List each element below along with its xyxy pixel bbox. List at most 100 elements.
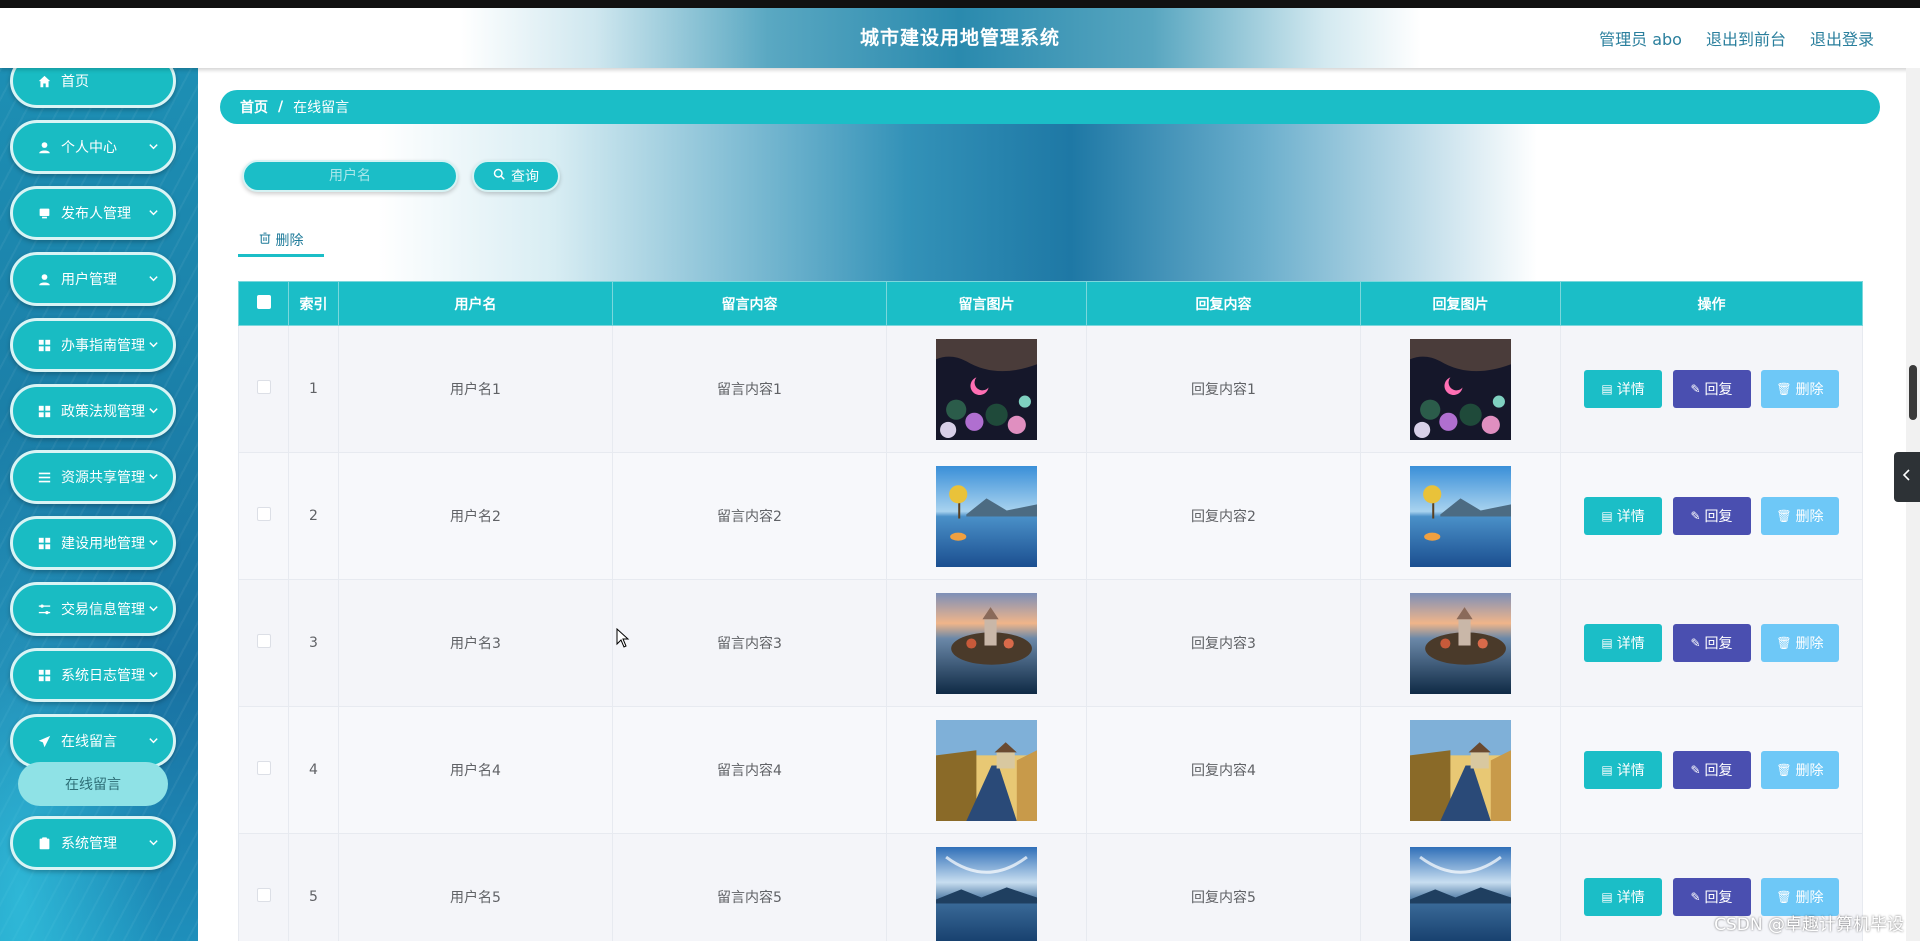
reply-image[interactable] <box>1410 338 1511 440</box>
sidebar-item-personal-center[interactable]: 个人中心 <box>10 120 176 174</box>
header-links: 管理员 abo 退出到前台 退出登录 <box>1599 8 1874 68</box>
message-image-cell <box>886 579 1087 707</box>
detail-button[interactable]: ▤ 详情 <box>1584 624 1663 662</box>
select-all-checkbox[interactable] <box>256 294 271 309</box>
row-checkbox[interactable] <box>256 634 271 648</box>
reply-button[interactable]: ✎ 回复 <box>1672 370 1751 408</box>
logout-link[interactable]: 退出登录 <box>1810 26 1874 50</box>
sidebar-item-users[interactable]: 用户管理 <box>10 252 176 306</box>
reply-image[interactable] <box>1410 592 1511 694</box>
index-cell: 4 <box>288 706 339 834</box>
query-button-label: 查询 <box>511 169 539 185</box>
reply-button[interactable]: ✎ 回复 <box>1672 751 1751 789</box>
actions-cell: ▤ 详情 ✎ 回复 🗑 删除 <box>1560 325 1863 453</box>
grid-icon <box>37 668 51 682</box>
sidebar-item-system[interactable]: 系统管理 <box>10 816 176 870</box>
vertical-scrollbar[interactable] <box>1906 68 1920 941</box>
sidebar-item-guide[interactable]: 办事指南管理 <box>10 318 176 372</box>
exit-to-frontend-link[interactable]: 退出到前台 <box>1706 26 1786 50</box>
reply-image[interactable] <box>1410 465 1511 567</box>
reply-cell: 回复内容5 <box>1086 833 1361 941</box>
detail-button[interactable]: ▤ 详情 <box>1584 751 1663 789</box>
delete-button-label: 删除 <box>1795 890 1824 906</box>
actions-cell: ▤ 详情 ✎ 回复 🗑 删除 <box>1560 706 1863 834</box>
message-cell: 留言内容3 <box>612 579 887 707</box>
grid-icon <box>37 404 51 418</box>
reply-button-label: 回复 <box>1704 763 1733 779</box>
sidebar-item-publisher[interactable]: 发布人管理 <box>10 186 176 240</box>
message-image[interactable] <box>936 338 1037 440</box>
row-select-cell <box>238 325 289 453</box>
list-icon <box>37 470 51 484</box>
delete-button[interactable]: 🗑 删除 <box>1760 751 1839 789</box>
document-icon: ▤ <box>1601 509 1613 523</box>
message-image[interactable] <box>936 465 1037 567</box>
reply-image[interactable] <box>1410 846 1511 941</box>
table-row: 2 用户名2 留言内容2 回复内容2 ▤ 详情 ✎ 回复 🗑 删除 <box>238 452 1863 580</box>
detail-button[interactable]: ▤ 详情 <box>1584 497 1663 535</box>
document-icon: ▤ <box>1601 763 1613 777</box>
detail-button[interactable]: ▤ 详情 <box>1584 878 1663 916</box>
sidebar-item-label: 系统日志管理 <box>61 668 145 684</box>
username-cell: 用户名4 <box>338 706 613 834</box>
reply-image-cell <box>1360 706 1561 834</box>
table-header-row: 索引 用户名 留言内容 留言图片 回复内容 回复图片 操作 <box>238 281 1863 326</box>
sidebar-item-label: 在线留言 <box>61 734 117 750</box>
user-icon <box>37 140 51 154</box>
row-select-cell <box>238 452 289 580</box>
home-icon <box>37 74 51 88</box>
chevron-down-icon <box>148 603 159 617</box>
reply-button-label: 回复 <box>1704 636 1733 652</box>
delete-button[interactable]: 🗑 删除 <box>1760 497 1839 535</box>
breadcrumb-home[interactable]: 首页 <box>240 97 268 117</box>
sidebar-item-trade[interactable]: 交易信息管理 <box>10 582 176 636</box>
reply-image[interactable] <box>1410 719 1511 821</box>
row-select-cell <box>238 579 289 707</box>
edit-icon: ✎ <box>1690 763 1701 777</box>
main-content: 首页 / 在线留言 查询 删除 索引 用户名 留言内容 <box>198 68 1920 941</box>
message-image[interactable] <box>936 719 1037 821</box>
document-icon: ▤ <box>1601 890 1613 904</box>
row-checkbox[interactable] <box>256 888 271 902</box>
sidebar-item-messages[interactable]: 在线留言 <box>10 714 176 768</box>
edit-icon: ✎ <box>1690 509 1701 523</box>
username-search-input[interactable] <box>242 160 458 192</box>
sidebar-item-logs[interactable]: 系统日志管理 <box>10 648 176 702</box>
sidebar-item-resources[interactable]: 资源共享管理 <box>10 450 176 504</box>
document-icon: ▤ <box>1601 636 1613 650</box>
breadcrumb-separator: / <box>278 99 284 115</box>
chevron-down-icon <box>148 669 159 683</box>
row-checkbox[interactable] <box>256 507 271 521</box>
row-checkbox[interactable] <box>256 761 271 775</box>
submenu-item-messages[interactable]: 在线留言 <box>18 762 168 806</box>
index-cell: 2 <box>288 452 339 580</box>
sidebar-item-label: 政策法规管理 <box>61 404 145 420</box>
sidebar-item-land[interactable]: 建设用地管理 <box>10 516 176 570</box>
trash-icon: 🗑 <box>1776 763 1792 777</box>
reply-button[interactable]: ✎ 回复 <box>1672 497 1751 535</box>
index-cell: 3 <box>288 579 339 707</box>
document-icon: ▤ <box>1601 382 1613 396</box>
message-cell: 留言内容5 <box>612 833 887 941</box>
query-button[interactable]: 查询 <box>472 160 560 192</box>
top-strip <box>0 0 1920 8</box>
scrollbar-thumb[interactable] <box>1909 365 1917 420</box>
sidebar-item-label: 办事指南管理 <box>61 338 145 354</box>
batch-delete-button[interactable]: 删除 <box>238 226 324 254</box>
sidebar-item-label: 首页 <box>61 74 89 90</box>
sidebar-item-policy[interactable]: 政策法规管理 <box>10 384 176 438</box>
collapse-panel-handle[interactable] <box>1894 452 1920 502</box>
admin-user-link[interactable]: 管理员 abo <box>1599 26 1682 50</box>
sidebar-item-label: 个人中心 <box>61 140 117 156</box>
delete-button[interactable]: 🗑 删除 <box>1760 370 1839 408</box>
delete-button[interactable]: 🗑 删除 <box>1760 624 1839 662</box>
row-checkbox[interactable] <box>256 380 271 394</box>
trash-icon: 🗑 <box>1776 382 1792 396</box>
table-row: 5 用户名5 留言内容5 回复内容5 ▤ 详情 ✎ 回复 🗑 删除 <box>238 833 1863 941</box>
detail-button[interactable]: ▤ 详情 <box>1584 370 1663 408</box>
reply-button[interactable]: ✎ 回复 <box>1672 624 1751 662</box>
column-header: 回复图片 <box>1360 281 1561 326</box>
message-image[interactable] <box>936 592 1037 694</box>
username-cell: 用户名3 <box>338 579 613 707</box>
message-image[interactable] <box>936 846 1037 941</box>
